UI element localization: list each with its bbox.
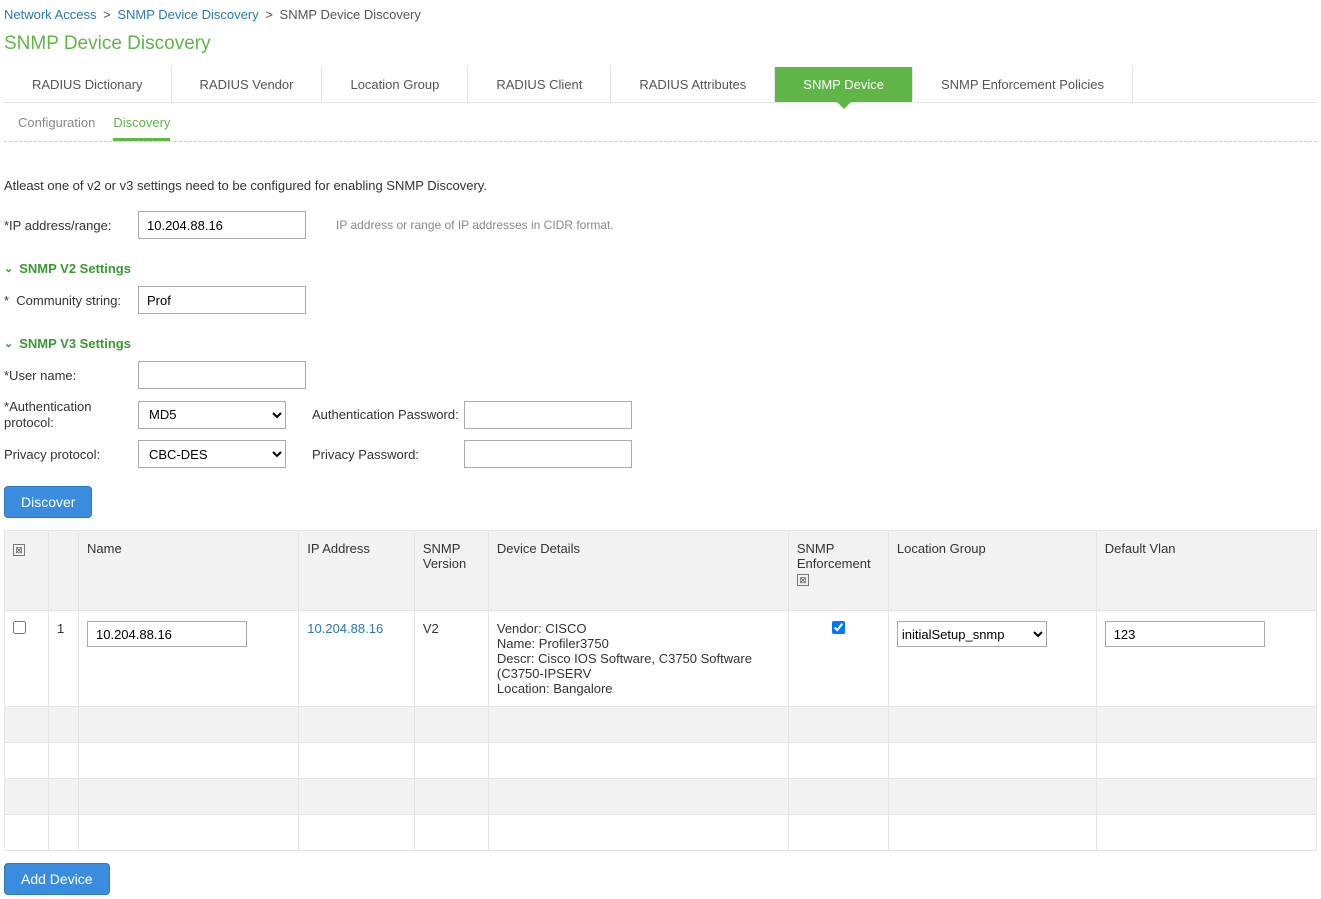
row-details: Vendor: CISCO Name: Profiler3750 Descr: … xyxy=(488,611,788,707)
chevron-down-icon: ⌄ xyxy=(4,262,13,275)
enforcement-all-icon[interactable]: ⊠ xyxy=(797,574,809,586)
ip-range-hint: IP address or range of IP addresses in C… xyxy=(336,218,614,232)
breadcrumb-link-snmp-discovery[interactable]: SNMP Device Discovery xyxy=(117,7,258,22)
auth-password-label: Authentication Password: xyxy=(312,407,464,422)
add-device-button[interactable]: Add Device xyxy=(4,863,110,895)
privacy-password-input[interactable] xyxy=(464,440,632,468)
auth-protocol-select[interactable]: MD5 xyxy=(138,401,286,429)
col-row-num xyxy=(49,531,79,611)
tab-radius-attributes[interactable]: RADIUS Attributes xyxy=(611,67,775,102)
snmp-v3-header-label: SNMP V3 Settings xyxy=(19,336,131,351)
snmp-v3-header[interactable]: ⌄ SNMP V3 Settings xyxy=(4,324,1317,361)
row-ip-link[interactable]: 10.204.88.16 xyxy=(307,621,383,636)
sub-tabs: Configuration Discovery xyxy=(4,103,1317,142)
col-location: Location Group xyxy=(888,531,1096,611)
breadcrumb-current: SNMP Device Discovery xyxy=(280,7,421,22)
col-enforcement: SNMP Enforcement ⊠ xyxy=(788,531,888,611)
auth-protocol-label: *Authentication protocol: xyxy=(4,399,138,430)
table-row: 1 10.204.88.16 V2 Vendor: CISCO Name: Pr… xyxy=(5,611,1317,707)
row-vlan-input[interactable] xyxy=(1105,621,1265,647)
col-ip: IP Address xyxy=(299,531,415,611)
subtab-configuration[interactable]: Configuration xyxy=(18,115,95,141)
tab-radius-dictionary[interactable]: RADIUS Dictionary xyxy=(4,67,172,102)
col-name: Name xyxy=(79,531,299,611)
col-details: Device Details xyxy=(488,531,788,611)
row-name-input[interactable] xyxy=(87,621,247,647)
privacy-protocol-label: Privacy protocol: xyxy=(4,447,138,462)
tab-radius-client[interactable]: RADIUS Client xyxy=(468,67,611,102)
community-input[interactable] xyxy=(138,286,306,314)
username-label: *User name: xyxy=(4,368,138,383)
username-input[interactable] xyxy=(138,361,306,389)
row-enforcement-checkbox[interactable] xyxy=(832,621,845,634)
row-number: 1 xyxy=(49,611,79,707)
row-checkbox[interactable] xyxy=(13,621,26,634)
privacy-password-label: Privacy Password: xyxy=(312,447,464,462)
discover-button[interactable]: Discover xyxy=(4,486,92,518)
community-label: * Community string: xyxy=(4,293,138,308)
chevron-down-icon-2: ⌄ xyxy=(4,337,13,350)
tab-radius-vendor[interactable]: RADIUS Vendor xyxy=(172,67,323,102)
snmp-v2-header-label: SNMP V2 Settings xyxy=(19,261,131,276)
breadcrumb-separator: > xyxy=(265,7,273,22)
page-title: SNMP Device Discovery xyxy=(4,25,1317,67)
ip-range-input[interactable] xyxy=(138,211,306,239)
breadcrumb-separator: > xyxy=(103,7,111,22)
tab-snmp-enforcement-policies[interactable]: SNMP Enforcement Policies xyxy=(913,67,1133,102)
row-location-select[interactable]: initialSetup_snmp xyxy=(897,621,1047,647)
col-version: SNMP Version xyxy=(414,531,488,611)
subtab-discovery[interactable]: Discovery xyxy=(113,115,170,141)
auth-password-input[interactable] xyxy=(464,401,632,429)
main-tabs: RADIUS Dictionary RADIUS Vendor Location… xyxy=(4,67,1317,103)
row-version: V2 xyxy=(414,611,488,707)
info-text: Atleast one of v2 or v3 settings need to… xyxy=(4,178,1317,193)
results-table: ⊠ Name IP Address SNMP Version Device De… xyxy=(4,530,1317,851)
breadcrumb-link-network-access[interactable]: Network Access xyxy=(4,7,96,22)
tab-snmp-device[interactable]: SNMP Device xyxy=(775,67,913,102)
ip-range-label: *IP address/range: xyxy=(4,218,138,233)
col-vlan: Default Vlan xyxy=(1096,531,1316,611)
breadcrumb: Network Access > SNMP Device Discovery >… xyxy=(4,4,1317,25)
snmp-v2-header[interactable]: ⌄ SNMP V2 Settings xyxy=(4,249,1317,286)
tab-location-group[interactable]: Location Group xyxy=(322,67,468,102)
select-all-icon[interactable]: ⊠ xyxy=(13,544,25,556)
privacy-protocol-select[interactable]: CBC-DES xyxy=(138,440,286,468)
